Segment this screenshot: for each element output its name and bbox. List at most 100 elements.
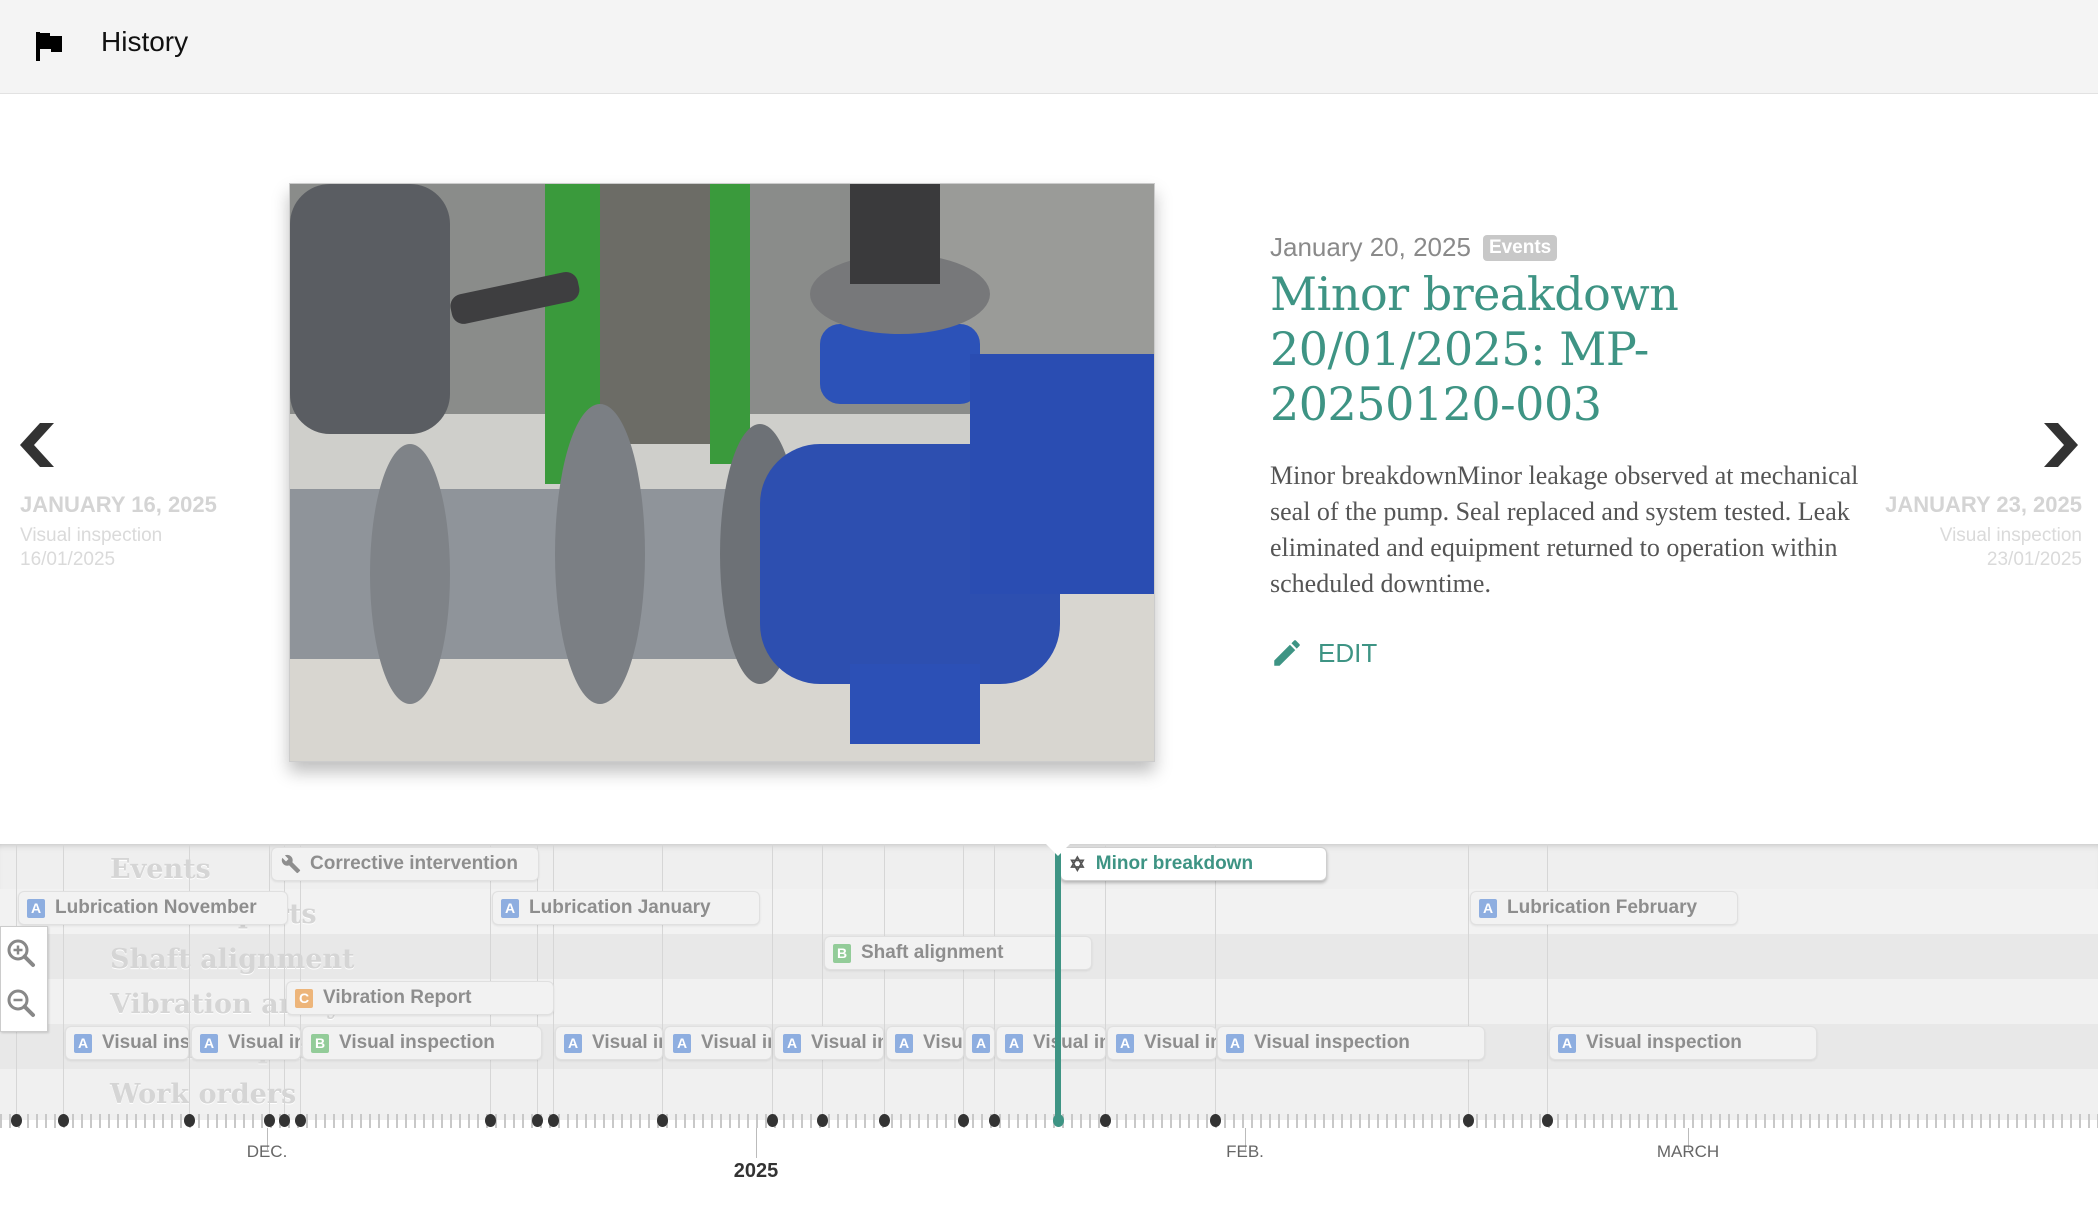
zoom-in-icon[interactable] [5, 937, 37, 969]
current-event-notch [1046, 844, 1070, 856]
edit-label: EDIT [1318, 637, 1378, 668]
timeline-dot[interactable] [1100, 1114, 1111, 1127]
group-label-events: Events [110, 854, 211, 885]
timeline-dot[interactable] [295, 1114, 306, 1127]
timeline-dot[interactable] [989, 1114, 1000, 1127]
event-line [63, 844, 64, 1120]
tag-a-icon: A [895, 1033, 913, 1053]
timeline-zoom-controls [0, 926, 48, 1032]
timeline-marker-visual-inspection[interactable]: AVisual inspection [1549, 1026, 1817, 1060]
zoom-out-icon[interactable] [5, 987, 37, 1019]
tag-a-icon: A [74, 1033, 92, 1053]
event-line [1547, 844, 1548, 1120]
event-line [553, 844, 554, 1120]
timeline-dot[interactable] [657, 1114, 668, 1127]
tag-a-icon: A [1558, 1033, 1576, 1053]
chevron-right-icon [2044, 423, 2078, 467]
next-slide-title: Visual inspection 23/01/2025 [1939, 525, 2082, 570]
timeline-dot[interactable] [532, 1114, 543, 1127]
slide-image [289, 183, 1155, 762]
pencil-icon [1274, 640, 1300, 666]
timeline-marker-visual-inspection[interactable]: AVisual inspection [886, 1026, 964, 1060]
timeline-dot-current[interactable] [1053, 1114, 1064, 1127]
axis-label-feb: FEB. [1226, 1142, 1264, 1161]
timeline-marker-visual-inspection[interactable]: AVisual inspection [965, 1026, 995, 1060]
slide-description: Minor breakdownMinor leakage observed at… [1270, 461, 1859, 598]
timeline[interactable]: Events Other reports Shaft alignment Vib… [0, 844, 2098, 1228]
timeline-marker-visual-inspection[interactable]: AVisual inspection [191, 1026, 301, 1060]
axis-label-year: 2025 [733, 1160, 779, 1182]
tag-a-icon: A [200, 1033, 218, 1053]
event-line [963, 844, 964, 1120]
timeline-marker-shaft-alignment[interactable]: B Shaft alignment [824, 936, 1092, 970]
timeline-dot[interactable] [264, 1114, 275, 1127]
axis-label-march: MARCH [1656, 1142, 1720, 1161]
timeline-dot[interactable] [11, 1114, 22, 1127]
timeline-dot[interactable] [1463, 1114, 1474, 1127]
next-slide-date: JANUARY 23, 2025 [1885, 492, 2082, 517]
timeline-dot[interactable] [1542, 1114, 1553, 1127]
timeline-marker-visual-inspection[interactable]: AVisual inspection [996, 1026, 1106, 1060]
timeline-marker-visual-inspection[interactable]: AVisual inspection [1107, 1026, 1217, 1060]
timeline-marker-lubrication-november[interactable]: A Lubrication November [18, 891, 288, 925]
page-title: History [101, 26, 189, 57]
wrench-icon [281, 854, 301, 874]
tag-b-icon: B [311, 1033, 329, 1053]
timeline-marker-lubrication-february[interactable]: A Lubrication February [1470, 891, 1738, 925]
timeline-axis[interactable] [0, 1114, 2098, 1128]
previous-slide-button[interactable] [18, 420, 58, 470]
timeline-dot[interactable] [279, 1114, 290, 1127]
tag-a-icon: A [1116, 1033, 1134, 1053]
previous-slide-date: JANUARY 16, 2025 [20, 492, 217, 517]
timeline-marker-corrective-intervention[interactable]: Corrective intervention [271, 847, 539, 881]
next-slide-button[interactable] [2040, 420, 2080, 470]
slide-date: January 20, 2025 [1270, 232, 1471, 262]
axis-label-dec: DEC. [246, 1142, 288, 1161]
timeline-dot[interactable] [1210, 1114, 1221, 1127]
timeline-marker-visual-inspection[interactable]: AVisual inspection [65, 1026, 189, 1060]
event-line [1468, 844, 1469, 1120]
timeline-dot[interactable] [879, 1114, 890, 1127]
tag-a-icon: A [972, 1033, 990, 1053]
timeline-marker-visual-inspection[interactable]: B Visual inspection [302, 1026, 542, 1060]
event-line [1215, 844, 1216, 1120]
timeline-dot[interactable] [58, 1114, 69, 1127]
axis-tick-year [756, 1128, 757, 1158]
timeline-marker-minor-breakdown[interactable]: ✡ Minor breakdown [1060, 847, 1327, 881]
event-line [994, 844, 995, 1120]
group-label-shaft-alignment: Shaft alignment [110, 944, 355, 975]
event-line [189, 844, 190, 1120]
timeline-dot[interactable] [485, 1114, 496, 1127]
previous-slide-preview[interactable]: JANUARY 16, 2025 Visual inspection 16/01… [20, 494, 220, 572]
pump-photo [290, 184, 1154, 761]
tag-a-icon: A [27, 898, 45, 918]
timeline-marker-visual-inspection[interactable]: AVisual inspection [664, 1026, 772, 1060]
next-slide-preview[interactable]: JANUARY 23, 2025 Visual inspection 23/01… [1882, 494, 2082, 572]
tag-a-icon: A [1005, 1033, 1023, 1053]
event-line [1105, 844, 1106, 1120]
timeline-marker-vibration-report[interactable]: C Vibration Report [286, 981, 554, 1015]
timeline-marker-visual-inspection[interactable]: AVisual inspection [774, 1026, 884, 1060]
timeline-marker-lubrication-january[interactable]: A Lubrication January [492, 891, 760, 925]
timeline-marker-visual-inspection[interactable]: AVisual inspection [1217, 1026, 1485, 1060]
current-event-indicator [1055, 844, 1061, 1120]
top-bar: History [0, 0, 2098, 94]
timeline-dot[interactable] [767, 1114, 778, 1127]
timeline-dot[interactable] [958, 1114, 969, 1127]
event-line [884, 844, 885, 1120]
event-line [822, 844, 823, 1120]
tag-a-icon: A [564, 1033, 582, 1053]
timeline-dot[interactable] [184, 1114, 195, 1127]
flag-icon [36, 32, 62, 61]
tag-a-icon: A [1479, 898, 1497, 918]
timeline-row-work-orders [0, 1069, 2098, 1114]
slide-content: January 20, 2025 Events Minor breakdown … [1270, 232, 1870, 670]
tag-a-icon: A [673, 1033, 691, 1053]
timeline-marker-visual-inspection[interactable]: AVisual inspection [555, 1026, 663, 1060]
slide-title: Minor breakdown 20/01/2025: MP-20250120-… [1270, 267, 1679, 431]
timeline-dot[interactable] [817, 1114, 828, 1127]
edit-button[interactable]: EDIT [1270, 636, 1870, 670]
event-line [284, 844, 285, 1120]
timeline-dot[interactable] [548, 1114, 559, 1127]
tag-a-icon: A [783, 1033, 801, 1053]
